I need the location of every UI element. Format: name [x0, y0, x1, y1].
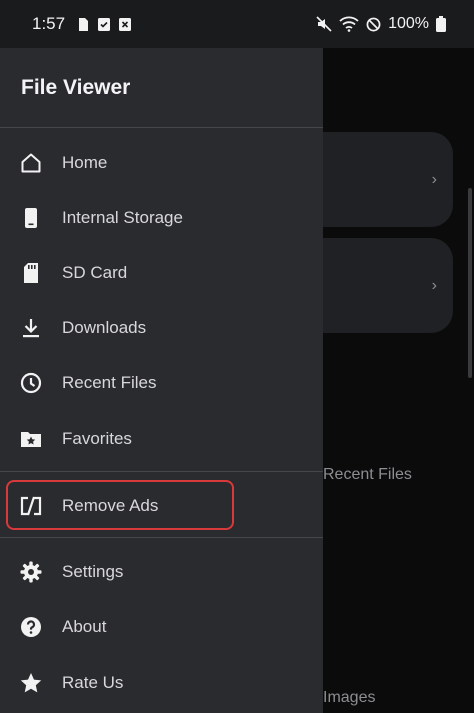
- divider: [0, 471, 323, 472]
- storage-card-2[interactable]: ›: [303, 238, 453, 333]
- download-icon: [19, 316, 43, 340]
- sd-card-icon: [19, 261, 43, 285]
- divider: [0, 537, 323, 538]
- status-time: 1:57: [32, 14, 66, 33]
- help-icon: [19, 615, 43, 639]
- drawer-title: File Viewer: [21, 76, 131, 99]
- navigation-drawer: File Viewer Home Internal Storage SD Car…: [0, 48, 323, 713]
- battery-icon: [436, 16, 446, 32]
- menu-item-label: Downloads: [62, 317, 147, 337]
- do-not-disturb-icon: [366, 17, 381, 31]
- wifi-icon: [339, 16, 359, 32]
- menu-item-label: About: [62, 616, 107, 636]
- menu-item-label: Recent Files: [62, 372, 157, 392]
- home-icon: [19, 151, 43, 175]
- star-icon: [19, 671, 43, 695]
- status-bar: 1:57 100%: [0, 0, 474, 48]
- menu-item-settings[interactable]: Settings: [0, 544, 323, 599]
- battery-percent: 100%: [388, 15, 429, 32]
- scrollbar[interactable]: [468, 188, 472, 378]
- menu-item-label: Internal Storage: [62, 207, 183, 227]
- menu-item-label: Rate Us: [62, 672, 124, 692]
- divider: [0, 127, 323, 128]
- star-folder-icon: [19, 427, 43, 451]
- background-content: › › Recent Files Images: [303, 48, 474, 713]
- chevron-right-icon: ›: [431, 276, 437, 294]
- highlight-box: [6, 480, 234, 530]
- close-box-icon: [119, 17, 132, 31]
- phone-icon: [19, 206, 43, 230]
- checkbox-icon: [98, 17, 111, 31]
- status-right: 100%: [316, 15, 446, 33]
- menu-item-label: Favorites: [62, 428, 132, 448]
- images-section-label: Images: [323, 689, 376, 706]
- sim-icon: [79, 17, 89, 31]
- menu-item-favorites[interactable]: Favorites: [0, 411, 323, 466]
- menu-item-label: SD Card: [62, 262, 128, 282]
- menu-item-label: Home: [62, 152, 108, 172]
- menu-item-about[interactable]: About: [0, 599, 323, 654]
- menu-item-recent-files[interactable]: Recent Files: [0, 355, 323, 410]
- menu-item-sd-card[interactable]: SD Card: [0, 245, 323, 300]
- recent-files-section-label: Recent Files: [323, 466, 412, 483]
- menu-item-downloads[interactable]: Downloads: [0, 300, 323, 355]
- storage-card-1[interactable]: ›: [303, 132, 453, 227]
- menu-item-rate-us[interactable]: Rate Us: [0, 655, 323, 710]
- mute-icon: [316, 16, 332, 32]
- chevron-right-icon: ›: [431, 170, 437, 188]
- menu-item-label: Settings: [62, 561, 124, 581]
- menu-item-home[interactable]: Home: [0, 135, 323, 190]
- menu-item-internal-storage[interactable]: Internal Storage: [0, 190, 323, 245]
- gear-icon: [19, 560, 43, 584]
- clock-icon: [19, 371, 43, 395]
